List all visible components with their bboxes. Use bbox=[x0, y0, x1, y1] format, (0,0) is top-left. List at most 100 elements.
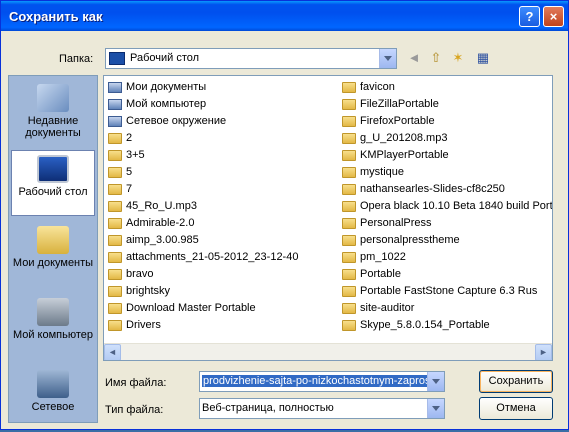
filename-dropdown[interactable] bbox=[427, 372, 444, 391]
place-label: Недавние документы bbox=[25, 115, 81, 139]
list-item[interactable]: bravo bbox=[106, 266, 336, 283]
list-item[interactable]: Portable FastStone Capture 6.3 Rus bbox=[340, 283, 552, 300]
place-label: Мой компьютер bbox=[12, 329, 94, 341]
folder-icon bbox=[108, 303, 122, 314]
place-network[interactable]: Сетевое bbox=[11, 366, 95, 432]
scroll-right-icon[interactable]: ► bbox=[535, 344, 552, 360]
list-item[interactable]: FirefoxPortable bbox=[340, 113, 552, 130]
folder-icon bbox=[108, 201, 122, 212]
folder-icon bbox=[342, 269, 356, 280]
list-item[interactable]: 7 bbox=[106, 181, 336, 198]
list-item[interactable]: 3+5 bbox=[106, 147, 336, 164]
dialog-title: Сохранить как bbox=[9, 9, 103, 24]
folder-icon bbox=[342, 99, 356, 110]
back-icon[interactable]: ◄ bbox=[405, 49, 423, 67]
list-item[interactable]: favicon bbox=[340, 79, 552, 96]
file-name: 2 bbox=[126, 132, 133, 144]
list-item[interactable]: Admirable-2.0 bbox=[106, 215, 336, 232]
folder-icon bbox=[342, 235, 356, 246]
folder-icon bbox=[108, 150, 122, 161]
folder-icon bbox=[342, 320, 356, 331]
file-name: Сетевое окружение bbox=[126, 115, 227, 127]
list-item[interactable]: Сетевое окружение bbox=[106, 113, 336, 130]
list-item[interactable]: Portable bbox=[340, 266, 552, 283]
chevron-down-icon[interactable] bbox=[427, 399, 444, 418]
filename-label: Имя файла: bbox=[105, 377, 167, 389]
place-label: Мои документы bbox=[12, 257, 94, 269]
place-label: Рабочий стол bbox=[18, 186, 88, 198]
file-name: FirefoxPortable bbox=[360, 115, 435, 127]
list-item[interactable]: KMPlayerPortable bbox=[340, 147, 552, 164]
folder-icon bbox=[108, 320, 122, 331]
list-item[interactable]: FileZillaPortable bbox=[340, 96, 552, 113]
file-name: PersonalPress bbox=[360, 217, 432, 229]
list-item[interactable]: site-auditor bbox=[340, 300, 552, 317]
chevron-down-icon[interactable] bbox=[427, 372, 444, 391]
list-item[interactable]: mystique bbox=[340, 164, 552, 181]
list-item[interactable]: Мой компьютер bbox=[106, 96, 336, 113]
scroll-left-icon[interactable]: ◄ bbox=[104, 344, 121, 360]
folder-icon bbox=[108, 235, 122, 246]
place-desktop[interactable]: Рабочий стол bbox=[11, 150, 95, 216]
folder-value: Рабочий стол bbox=[130, 52, 200, 64]
file-list[interactable]: Мои документы Мой компьютер Сетевое окруже… bbox=[103, 75, 553, 361]
file-column-2: favicon FileZillaPortable FirefoxPortable g… bbox=[340, 79, 552, 334]
list-item[interactable]: pm_1022 bbox=[340, 249, 552, 266]
file-name: Opera black 10.10 Beta 1840 build Porta bbox=[360, 200, 553, 212]
filetype-label: Тип файла: bbox=[105, 404, 164, 416]
filename-value[interactable]: prodvizhenie-sajta-po-nizkochastotnym-za… bbox=[202, 375, 427, 387]
list-item[interactable]: nathansearles-Slides-cf8c250 bbox=[340, 181, 552, 198]
filename-field[interactable]: prodvizhenie-sajta-po-nizkochastotnym-za… bbox=[199, 371, 445, 392]
file-name: mystique bbox=[360, 166, 405, 178]
place-my-computer[interactable]: Мой компьютер bbox=[11, 294, 95, 360]
list-item[interactable]: attachments_21-05-2012_23-12-40 bbox=[106, 249, 336, 266]
list-item[interactable]: Download Master Portable bbox=[106, 300, 336, 317]
filetype-dropdown[interactable] bbox=[427, 399, 444, 418]
new-folder-icon[interactable]: ✶ bbox=[449, 49, 467, 67]
folder-dropdown[interactable]: Рабочий стол bbox=[105, 48, 397, 69]
file-name: Portable FastStone Capture 6.3 Rus bbox=[360, 285, 538, 297]
save-button[interactable]: Сохранить bbox=[479, 370, 553, 393]
list-item[interactable]: 5 bbox=[106, 164, 336, 181]
list-item[interactable]: aimp_3.00.985 bbox=[106, 232, 336, 249]
list-item[interactable]: PersonalPress bbox=[340, 215, 552, 232]
close-button[interactable]: × bbox=[543, 6, 564, 27]
list-item[interactable]: g_U_201208.mp3 bbox=[340, 130, 552, 147]
filetype-select[interactable]: Веб-страница, полностью bbox=[199, 398, 445, 419]
list-item[interactable]: Drivers bbox=[106, 317, 336, 334]
place-my-documents[interactable]: Мои документы bbox=[11, 222, 95, 288]
folder-icon bbox=[342, 252, 356, 263]
list-item[interactable]: Opera black 10.10 Beta 1840 build Porta bbox=[340, 198, 552, 215]
folder-icon bbox=[342, 303, 356, 314]
title-bar[interactable]: Сохранить как ? × bbox=[1, 1, 568, 31]
help-button[interactable]: ? bbox=[519, 6, 540, 27]
chevron-down-icon[interactable] bbox=[379, 49, 396, 68]
list-item[interactable]: personalpresstheme bbox=[340, 232, 552, 249]
horizontal-scrollbar[interactable]: ◄ ► bbox=[104, 343, 552, 360]
file-name: g_U_201208.mp3 bbox=[360, 132, 448, 144]
list-item[interactable]: brightsky bbox=[106, 283, 336, 300]
file-name: Skype_5.8.0.154_Portable bbox=[360, 319, 490, 331]
list-item[interactable]: Skype_5.8.0.154_Portable bbox=[340, 317, 552, 334]
file-name: attachments_21-05-2012_23-12-40 bbox=[126, 251, 299, 263]
cancel-button[interactable]: Отмена bbox=[479, 397, 553, 420]
file-name: 7 bbox=[126, 183, 133, 195]
place-recent-documents[interactable]: Недавние документы bbox=[11, 80, 95, 146]
folder-icon bbox=[342, 116, 356, 127]
recent-documents-icon bbox=[37, 84, 69, 112]
list-item[interactable]: Мои документы bbox=[106, 79, 336, 96]
file-name: pm_1022 bbox=[360, 251, 406, 263]
desktop-icon bbox=[37, 155, 69, 183]
list-item[interactable]: 2 bbox=[106, 130, 336, 147]
file-name: Мой компьютер bbox=[126, 98, 207, 110]
list-item[interactable]: 45_Ro_U.mp3 bbox=[106, 198, 336, 215]
file-name: Portable bbox=[360, 268, 401, 280]
system-folder-icon bbox=[108, 116, 122, 127]
folder-icon bbox=[342, 150, 356, 161]
up-folder-icon[interactable]: ⇧ bbox=[427, 49, 445, 67]
places-bar: Недавние документы Рабочий стол Мои доку… bbox=[8, 75, 98, 423]
file-name: bravo bbox=[126, 268, 154, 280]
folder-icon bbox=[342, 133, 356, 144]
view-menu-icon[interactable]: ▦ bbox=[471, 49, 495, 67]
system-folder-icon bbox=[108, 82, 122, 93]
